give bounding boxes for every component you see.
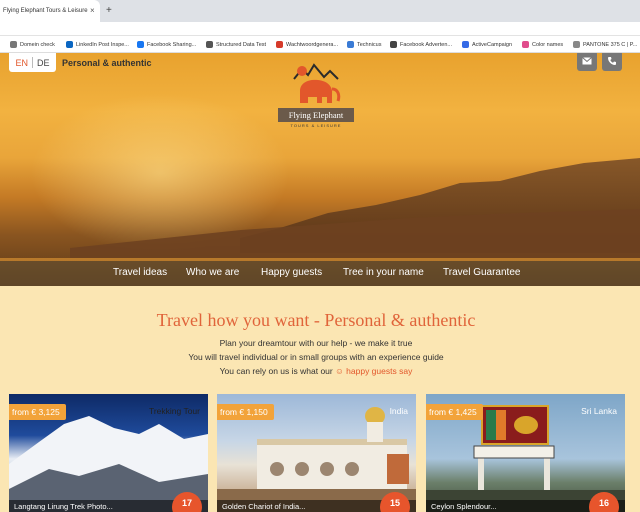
email-button[interactable]	[577, 53, 597, 71]
phone-icon	[608, 57, 616, 65]
happy-guests-link[interactable]: ☺ happy guests say	[335, 366, 412, 376]
tour-category: Sri Lanka	[581, 406, 617, 416]
bookmark-item[interactable]: Wachtwoordgenera...	[276, 41, 338, 48]
bookmark-item[interactable]: Facebook Sharing...	[137, 41, 196, 48]
bookmark-item[interactable]: ActiveCampaign	[462, 41, 512, 48]
tour-category: Trekking Tour	[148, 406, 200, 416]
price-badge: from € 1,150	[217, 404, 274, 420]
bookmark-label: ActiveCampaign	[472, 41, 513, 48]
phone-button[interactable]	[602, 53, 622, 71]
hero-banner: EN DE Personal & authentic Flying Elepha…	[0, 53, 640, 286]
new-tab-icon[interactable]: +	[106, 5, 112, 16]
activecampaign-icon	[462, 41, 469, 48]
page-headline: Travel how you want - Personal & authent…	[156, 310, 476, 330]
pantone-icon	[573, 41, 580, 48]
bookmark-item[interactable]: Structured Data Test	[206, 41, 266, 48]
bookmark-item[interactable]: Color names	[522, 41, 563, 48]
browser-tab[interactable]: Flying Elephant Tours & Leisure ×	[0, 0, 100, 22]
header-tagline: Personal & authentic	[62, 58, 152, 68]
elephant-logo-icon	[293, 63, 341, 103]
bookmark-label: PANTONE 375 C | P...	[583, 41, 638, 48]
price-badge: from € 1,425	[426, 404, 483, 420]
facebook-icon	[137, 41, 144, 48]
nav-travel-guarantee[interactable]: Travel Guarantee	[443, 267, 520, 278]
divider	[32, 57, 33, 68]
linkedin-icon	[66, 41, 73, 48]
logo-name: Flying Elephant	[278, 108, 354, 122]
logo-subtitle: TOURS & LEISURE	[290, 123, 342, 128]
intro-line-3-text: You can rely on us is what our	[219, 366, 333, 376]
close-icon[interactable]: ×	[90, 6, 95, 15]
link-icon	[347, 41, 354, 48]
bookmark-label: LinkedIn Post Inspe...	[76, 41, 129, 48]
bookmark-label: Domein check	[20, 41, 55, 48]
bookmark-item[interactable]: PANTONE 375 C | P...	[573, 41, 637, 48]
tab-title: Flying Elephant Tours & Leisure	[3, 8, 88, 14]
nav-who-we-are[interactable]: Who we are	[186, 267, 239, 278]
site-logo[interactable]: Flying Elephant TOURS & LEISURE	[278, 61, 354, 133]
intro-line-2: You will travel individual or in small g…	[188, 352, 444, 362]
bookmark-item[interactable]: Domein check	[10, 41, 55, 48]
bookmark-item[interactable]: Facebook Adverten...	[390, 41, 452, 48]
bookmark-label: Facebook Sharing...	[147, 41, 197, 48]
bookmark-label: Color names	[532, 41, 564, 48]
intro-line-3: You can rely on us is what our ☺ happy g…	[0, 366, 632, 376]
bookmark-item[interactable]: LinkedIn Post Inspe...	[66, 41, 129, 48]
main-content: Travel how you want - Personal & authent…	[0, 286, 640, 512]
bookmark-label: Structured Data Test	[216, 41, 267, 48]
tour-category: India	[389, 406, 408, 416]
bookmark-label: Technicus	[357, 41, 382, 48]
bookmark-item[interactable]: Technicus	[347, 41, 381, 48]
intro-line-1: Plan your dreamtour with our help - we m…	[219, 338, 413, 348]
facebook-ads-icon	[390, 41, 397, 48]
price-badge: from € 3,125	[9, 404, 66, 420]
main-navigation: Travel ideas Who we are Happy guests Tre…	[0, 261, 640, 286]
google-icon	[206, 41, 213, 48]
browser-tabbar: Flying Elephant Tours & Leisure × +	[0, 0, 640, 22]
lang-de-link[interactable]: DE	[37, 58, 50, 68]
address-bar[interactable]	[0, 22, 640, 36]
key-icon	[276, 41, 283, 48]
bookmark-label: Wachtwoordgenera...	[286, 41, 339, 48]
sunset-glow	[30, 93, 290, 253]
color-wheel-icon	[522, 41, 529, 48]
nav-travel-ideas[interactable]: Travel ideas	[113, 267, 167, 278]
language-switcher: EN DE	[9, 53, 56, 72]
bookmark-label: Facebook Adverten...	[400, 41, 452, 48]
nav-tree-in-your-name[interactable]: Tree in your name	[343, 267, 424, 278]
envelope-icon	[582, 57, 592, 65]
tour-card[interactable]: from € 1,150 India Golden Chariot of Ind…	[217, 394, 416, 512]
tour-card[interactable]: from € 3,125 Trekking Tour Langtang Liru…	[9, 394, 208, 512]
lang-en-link[interactable]: EN	[15, 58, 28, 68]
nav-happy-guests[interactable]: Happy guests	[261, 267, 322, 278]
globe-icon	[10, 41, 17, 48]
tour-card[interactable]: from € 1,425 Sri Lanka Ceylon Splendour.…	[426, 394, 625, 512]
bookmarks-bar: Domein check LinkedIn Post Inspe... Face…	[0, 36, 640, 53]
